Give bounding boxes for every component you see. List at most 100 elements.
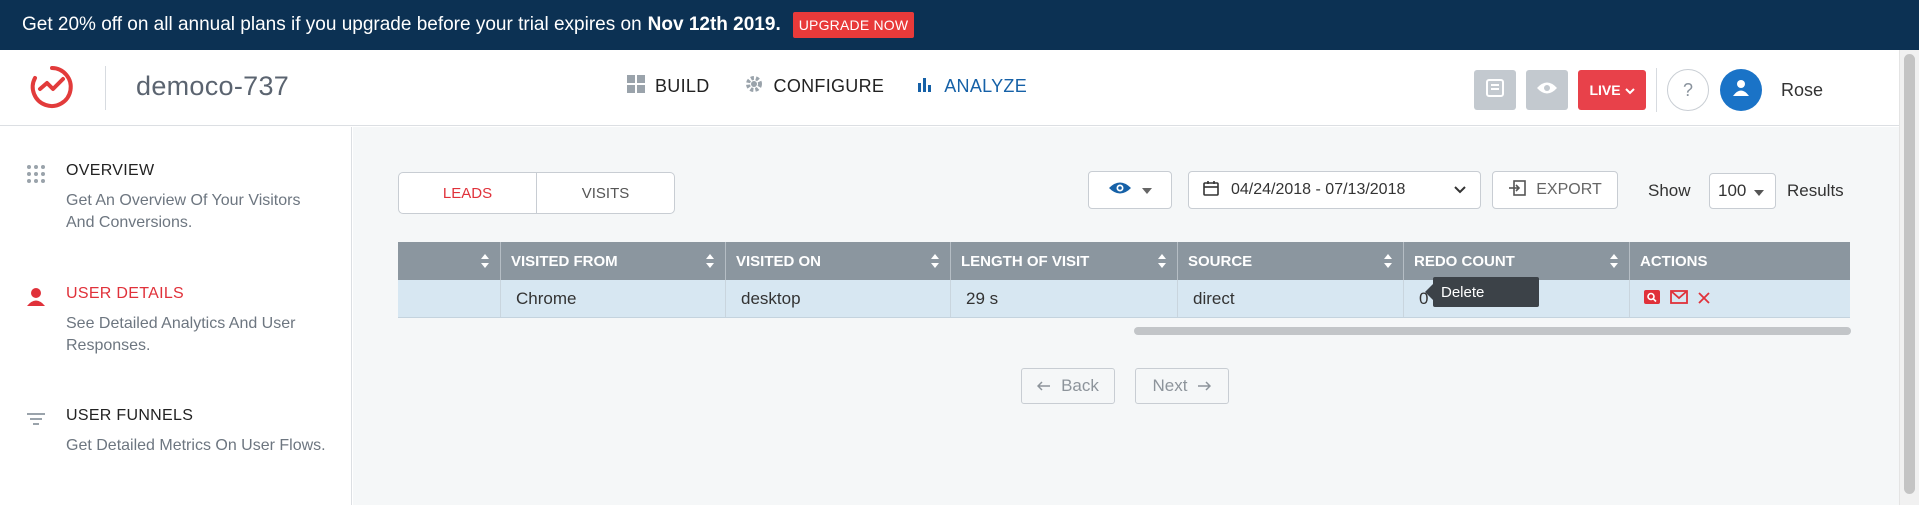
export-label: EXPORT [1536, 181, 1602, 198]
column-header[interactable]: LENGTH OF VISIT [951, 242, 1178, 280]
page-size-value: 100 [1718, 181, 1747, 200]
logo-icon[interactable] [28, 63, 76, 111]
view-filter-dropdown[interactable] [1088, 171, 1172, 209]
column-header: ACTIONS [1630, 242, 1850, 280]
column-header[interactable]: REDO COUNT [1404, 242, 1630, 280]
eye-icon [1536, 81, 1558, 100]
nav-configure-label: CONFIGURE [773, 76, 885, 96]
dots-grid-icon [26, 164, 46, 184]
nav-analyze-label: ANALYZE [944, 76, 1028, 96]
results-label: Results [1787, 181, 1844, 200]
delete-icon[interactable] [1698, 289, 1710, 309]
eye-icon [1108, 181, 1132, 200]
export-icon [1508, 179, 1527, 201]
column-header[interactable]: VISITED ON [726, 242, 951, 280]
arrow-left-icon [1037, 376, 1051, 396]
nav-build[interactable]: BUILD [627, 74, 710, 99]
page-size-select[interactable]: 100 [1709, 173, 1776, 209]
chevron-down-icon [1454, 181, 1466, 199]
header-divider [105, 66, 106, 110]
avatar[interactable] [1720, 69, 1762, 111]
column-header-label: VISITED FROM [511, 252, 618, 270]
column-header-label: VISITED ON [736, 252, 822, 270]
column-header-label: ACTIONS [1640, 252, 1708, 270]
calendar-icon [1203, 180, 1219, 201]
header-divider-right [1656, 68, 1657, 112]
user-icon [26, 287, 46, 307]
promo-date: Nov 12th 2019. [647, 14, 781, 35]
sort-icon[interactable] [480, 253, 490, 273]
sidebar-item-desc: Get An Overview Of Your Visitors And Con… [66, 192, 301, 231]
table-horizontal-scrollbar[interactable] [1134, 327, 1851, 335]
caret-down-icon [1754, 181, 1765, 201]
promo-banner: Get 20% off on all annual plans if you u… [0, 0, 1919, 50]
user-avatar-icon [1732, 79, 1750, 102]
column-header-label: SOURCE [1188, 252, 1253, 270]
nav-configure[interactable]: CONFIGURE [744, 74, 885, 99]
help-label: ? [1682, 79, 1693, 100]
leads-visits-tabs: LEADS VISITS [398, 172, 675, 214]
next-button[interactable]: Next [1135, 368, 1229, 404]
nav-analyze[interactable]: ANALYZE [918, 74, 1027, 99]
sort-icon[interactable] [1157, 253, 1167, 273]
live-dropdown-button[interactable]: LIVE [1578, 70, 1646, 110]
upgrade-now-button[interactable]: UPGRADE NOW [792, 12, 915, 38]
user-name[interactable]: Rose [1781, 80, 1823, 101]
caret-down-icon [1142, 181, 1152, 199]
date-range-value: 04/24/2018 - 07/13/2018 [1231, 181, 1406, 198]
tab-leads[interactable]: LEADS [399, 173, 536, 213]
sidebar-item-desc: See Detailed Analytics And User Response… [66, 315, 296, 354]
actions-cell [1630, 280, 1850, 317]
table-cell: desktop [726, 280, 951, 317]
help-button[interactable]: ? [1667, 69, 1709, 111]
table-cell: Chrome [501, 280, 726, 317]
back-button[interactable]: Back [1021, 368, 1115, 404]
document-icon [1485, 78, 1505, 103]
table-cell: direct [1178, 280, 1404, 317]
table-cell [398, 280, 501, 317]
column-header[interactable]: VISITED FROM [501, 242, 726, 280]
leads-table: VISITED FROM VISITED ON LENGTH OF VISIT … [398, 242, 1850, 318]
sidebar-item-title: OVERVIEW [66, 162, 155, 179]
sort-icon[interactable] [1383, 253, 1393, 273]
table-cell: 29 s [951, 280, 1178, 317]
sidebar-item-desc: Get Detailed Metrics On User Flows. [66, 437, 326, 454]
sidebar: OVERVIEW Get An Overview Of Your Visitor… [0, 127, 352, 505]
sort-icon[interactable] [930, 253, 940, 273]
next-label: Next [1152, 376, 1188, 395]
funnel-icon [26, 409, 46, 429]
export-button[interactable]: EXPORT [1492, 171, 1618, 209]
sort-icon[interactable] [1609, 253, 1619, 273]
date-range-picker[interactable]: 04/24/2018 - 07/13/2018 [1188, 171, 1481, 209]
app-header: democo-737 BUILD CONFIGURE ANALYZE LIVE … [0, 50, 1899, 126]
back-label: Back [1061, 376, 1099, 395]
table-header: VISITED FROM VISITED ON LENGTH OF VISIT … [398, 242, 1850, 280]
preview-list-button[interactable] [1474, 70, 1516, 110]
column-header-label: LENGTH OF VISIT [961, 252, 1090, 270]
table-row[interactable]: Chrome desktop 29 s direct 0 [398, 280, 1850, 318]
preview-button[interactable] [1526, 70, 1568, 110]
nav-build-label: BUILD [655, 76, 710, 96]
bar-chart-icon [918, 76, 934, 97]
sidebar-item-title: USER DETAILS [66, 285, 184, 302]
show-label: Show [1648, 181, 1691, 200]
column-header[interactable] [398, 242, 501, 280]
arrow-right-icon [1197, 376, 1212, 396]
project-name: democo-737 [136, 71, 290, 101]
delete-tooltip: Delete [1425, 277, 1539, 307]
header-actions: LIVE ? Rose [1474, 68, 1823, 112]
top-nav: BUILD CONFIGURE ANALYZE [627, 74, 1027, 99]
scrollbar-thumb[interactable] [1904, 54, 1915, 494]
page-scrollbar[interactable] [1899, 50, 1919, 505]
sidebar-item-title: USER FUNNELS [66, 407, 194, 424]
sort-icon[interactable] [705, 253, 715, 273]
promo-text: Get 20% off on all annual plans if you u… [22, 14, 642, 35]
email-icon[interactable] [1670, 289, 1688, 309]
view-details-icon[interactable] [1644, 289, 1660, 309]
column-header[interactable]: SOURCE [1178, 242, 1404, 280]
column-header-label: REDO COUNT [1414, 252, 1515, 270]
live-label: LIVE [1589, 82, 1621, 98]
grid-icon [627, 75, 645, 98]
tab-visits[interactable]: VISITS [536, 173, 674, 213]
gear-icon [744, 74, 764, 99]
